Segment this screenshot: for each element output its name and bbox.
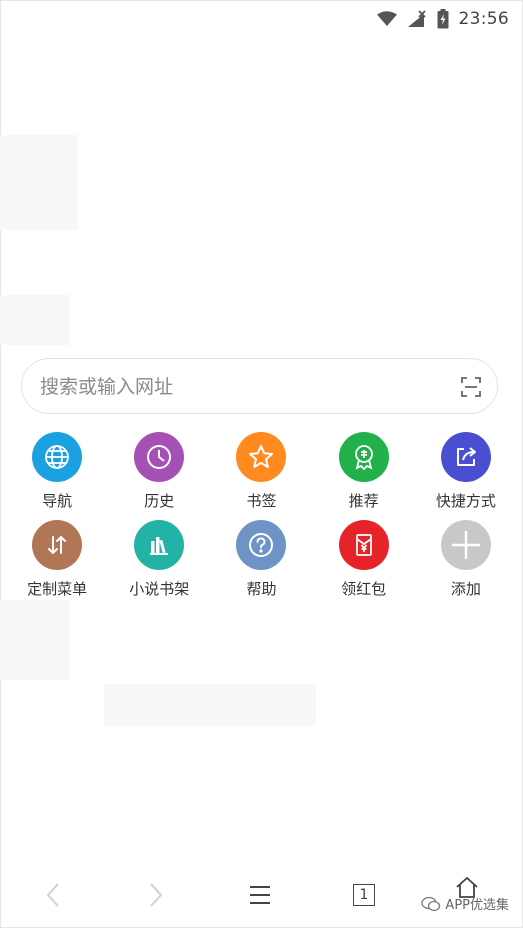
help-icon (249, 533, 274, 557)
tab-count: 1 (359, 887, 369, 903)
shortcut-red-packet[interactable]: 领红包 (313, 520, 415, 608)
menu-button[interactable] (245, 880, 275, 910)
bottom-navigation: 1 APP优选集 (0, 868, 523, 924)
status-time: 23:56 (458, 9, 509, 29)
watermark-text: APP优选集 (445, 898, 509, 913)
chevron-left-icon (46, 883, 59, 907)
shortcut-label: 小说书架 (129, 580, 190, 598)
shortcut-help[interactable]: 帮助 (210, 520, 312, 608)
shortcut-grid: 导航 历史 书签 推荐 快捷方式 定制菜单 小说书架 帮助 领红包 添加 (6, 432, 517, 608)
shortcut-recommend[interactable]: 推荐 (313, 432, 415, 520)
status-bar: 23:56 (0, 0, 523, 40)
sort-arrows-icon (48, 536, 67, 554)
menu-icon (250, 886, 270, 904)
shortcut-navigation[interactable]: 导航 (6, 432, 108, 520)
shortcut-row: 定制菜单 小说书架 帮助 领红包 添加 (6, 520, 517, 608)
plus-icon (451, 531, 480, 559)
globe-icon (45, 445, 69, 469)
wechat-icon (421, 896, 441, 911)
wifi-icon (376, 11, 397, 26)
recommend-badge-icon (354, 445, 373, 471)
shortcut-label: 帮助 (246, 580, 277, 598)
back-button[interactable] (38, 880, 68, 910)
background-artifact (104, 684, 316, 726)
shortcut-icon-circle (32, 520, 83, 570)
tabs-button[interactable]: 1 (349, 880, 379, 910)
shortcut-label: 历史 (144, 492, 175, 510)
signal-no-data-icon (407, 10, 426, 27)
watermark: APP优选集 (421, 894, 509, 913)
search-input[interactable] (38, 359, 442, 415)
shortcut-icon-circle (236, 432, 287, 482)
shortcut-icon-circle (32, 432, 83, 482)
background-artifact (0, 600, 70, 680)
shortcut-quick-access[interactable]: 快捷方式 (415, 432, 517, 520)
shortcut-icon-circle (134, 520, 185, 570)
scan-icon[interactable] (459, 375, 483, 399)
tabs-icon: 1 (353, 884, 375, 906)
shortcut-label: 快捷方式 (435, 492, 496, 510)
search-bar[interactable] (21, 358, 498, 415)
shortcut-label: 书签 (246, 492, 277, 510)
books-icon (150, 537, 169, 555)
shortcut-novel-shelf[interactable]: 小说书架 (108, 520, 210, 608)
status-icons: 23:56 (376, 9, 510, 29)
background-artifact (0, 295, 70, 345)
shortcut-icon-circle (338, 520, 389, 570)
battery-charging-icon (437, 9, 448, 29)
shortcut-bookmarks[interactable]: 书签 (210, 432, 312, 520)
star-icon (249, 445, 274, 468)
shortcut-icon-circle (134, 432, 185, 482)
shortcut-icon-circle (440, 520, 491, 570)
shortcut-label: 领红包 (341, 580, 387, 598)
shortcut-icon-circle (440, 432, 491, 482)
red-packet-icon (355, 534, 372, 556)
share-shortcut-icon (456, 447, 476, 466)
shortcut-label: 定制菜单 (27, 580, 88, 598)
chevron-right-icon (150, 883, 163, 907)
shortcut-label: 推荐 (348, 492, 379, 510)
shortcut-row: 导航 历史 书签 推荐 快捷方式 (6, 432, 517, 520)
shortcut-icon-circle (236, 520, 287, 570)
background-artifact (0, 135, 78, 230)
shortcut-custom-menu[interactable]: 定制菜单 (6, 520, 108, 608)
forward-button[interactable] (141, 880, 171, 910)
shortcut-label: 添加 (450, 580, 481, 598)
shortcut-icon-circle (338, 432, 389, 482)
shortcut-add[interactable]: 添加 (415, 520, 517, 608)
clock-icon (147, 445, 172, 469)
shortcut-history[interactable]: 历史 (108, 432, 210, 520)
shortcut-label: 导航 (42, 492, 73, 510)
